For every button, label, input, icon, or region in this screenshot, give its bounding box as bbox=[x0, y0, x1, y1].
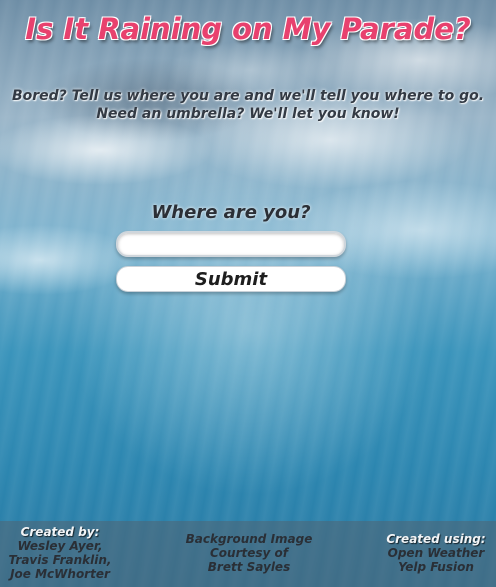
credits-heading: Created by: bbox=[20, 525, 100, 539]
credits-name: Joe McWhorter bbox=[10, 567, 110, 581]
background-credit-line: Background Image bbox=[185, 532, 313, 546]
footer: Created by: Wesley Ayer, Travis Franklin… bbox=[0, 521, 496, 587]
location-input[interactable] bbox=[116, 231, 346, 257]
api-name: Yelp Fusion bbox=[398, 560, 474, 574]
api-name: Open Weather bbox=[387, 546, 485, 560]
footer-background-credit: Background Image Courtesy of Brett Sayle… bbox=[184, 532, 314, 574]
location-label: Where are you? bbox=[151, 202, 311, 223]
credits-name: Wesley Ayer, bbox=[17, 539, 103, 553]
tagline-line-1: Bored? Tell us where you are and we'll t… bbox=[11, 88, 485, 104]
tagline-line-2: Need an umbrella? We'll let you know! bbox=[96, 106, 400, 122]
footer-credits: Created by: Wesley Ayer, Travis Franklin… bbox=[8, 525, 112, 581]
credits-name: Travis Franklin, bbox=[8, 553, 112, 567]
footer-apis: Created using: Open Weather Yelp Fusion bbox=[386, 532, 486, 574]
apis-heading: Created using: bbox=[386, 532, 486, 546]
background-credit-line: Brett Sayles bbox=[207, 560, 291, 574]
page-title: Is It Raining on My Parade? bbox=[25, 12, 471, 46]
background-credit-line: Courtesy of bbox=[210, 546, 288, 560]
tagline: Bored? Tell us where you are and we'll t… bbox=[0, 87, 496, 123]
submit-button[interactable]: Submit bbox=[116, 266, 346, 292]
